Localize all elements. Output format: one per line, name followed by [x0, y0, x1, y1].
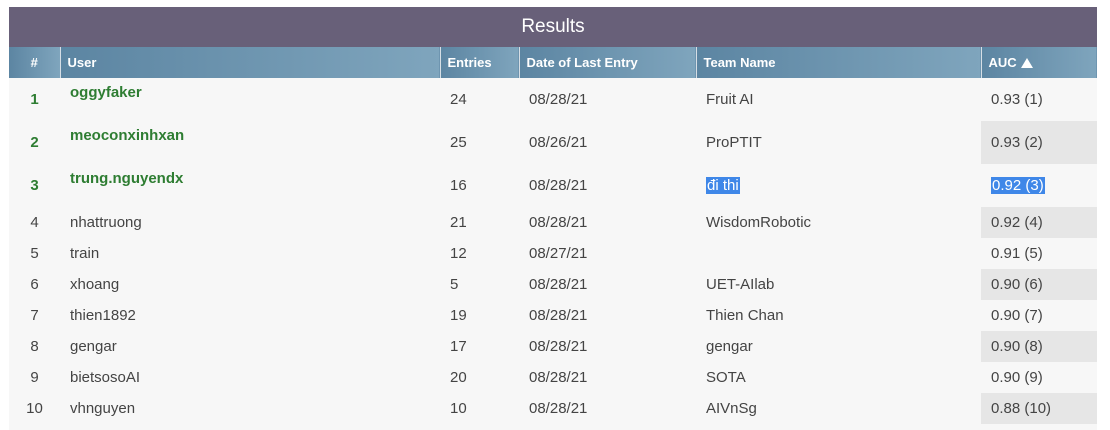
user-link[interactable]: oggyfaker [70, 84, 142, 101]
rank-cell: 8 [30, 338, 39, 355]
table-header-row: # User Entries Date of Last Entry Team N… [9, 47, 1097, 78]
results-title: Results [9, 7, 1097, 47]
column-header-user[interactable]: User [60, 47, 441, 78]
column-header-auc[interactable]: AUC [981, 47, 1097, 78]
user-link[interactable]: train [60, 238, 440, 269]
triangle-up-icon [1020, 58, 1033, 68]
user-link[interactable]: bietsosoAI [60, 362, 440, 393]
rank-cell: 7 [30, 307, 39, 324]
results-panel: Results # User Entries Date of Last Entr… [9, 7, 1097, 430]
rank-cell: 4 [30, 214, 39, 231]
date-cell: 08/28/21 [529, 276, 588, 293]
auc-cell: 0.90 (6) [981, 269, 1097, 300]
table-row: 8 gengar 17 08/28/21 gengar 0.90 (8) [9, 331, 1097, 362]
column-header-rank[interactable]: # [9, 47, 61, 78]
rank-cell: 1 [30, 91, 39, 108]
table-row: 2 meoconxinhxan 25 08/26/21 ProPTIT 0.93… [9, 121, 1097, 164]
date-cell: 08/28/21 [529, 307, 588, 324]
rank-cell: 10 [26, 400, 43, 417]
user-link[interactable]: meoconxinhxan [70, 127, 184, 144]
date-cell: 08/28/21 [529, 400, 588, 417]
table-row: 6 xhoang 5 08/28/21 UET-AIlab 0.90 (6) [9, 269, 1097, 300]
table-row: 3 trung.nguyendx 16 08/28/21 đi thi 0.92… [9, 164, 1097, 207]
column-header-entries[interactable]: Entries [440, 47, 520, 78]
auc-cell: 0.92 (4) [981, 207, 1097, 238]
table-row: 10 vhnguyen 10 08/28/21 AIVnSg 0.88 (10) [9, 393, 1097, 424]
rank-cell: 6 [30, 276, 39, 293]
table-row: 1 oggyfaker 24 08/28/21 Fruit AI 0.93 (1… [9, 78, 1097, 121]
rank-cell: 3 [30, 177, 39, 194]
team-cell: WisdomRobotic [706, 214, 812, 231]
entries-cell: 21 [450, 214, 467, 231]
auc-cell: 0.90 (8) [981, 331, 1097, 362]
date-cell: 08/28/21 [529, 91, 588, 108]
table-row: 7 thien1892 19 08/28/21 Thien Chan 0.90 … [9, 300, 1097, 331]
entries-cell: 5 [450, 276, 459, 293]
user-link[interactable]: trung.nguyendx [70, 170, 183, 187]
rank-cell: 5 [30, 245, 39, 262]
team-cell: SOTA [706, 369, 746, 386]
date-cell: 08/26/21 [529, 134, 588, 151]
user-link[interactable]: nhattruong [60, 207, 440, 238]
column-header-auc-label: AUC [988, 55, 1017, 70]
user-link[interactable]: vhnguyen [60, 393, 440, 424]
date-cell: 08/27/21 [529, 245, 588, 262]
team-cell: gengar [706, 338, 753, 355]
entries-cell: 20 [450, 369, 467, 386]
entries-cell: 24 [450, 91, 467, 108]
team-cell: ProPTIT [706, 134, 762, 151]
auc-cell: 0.88 (10) [981, 393, 1097, 424]
user-link[interactable]: gengar [60, 331, 440, 362]
rank-cell: 2 [30, 134, 39, 151]
user-link[interactable]: thien1892 [60, 300, 440, 331]
leaderboard-table: # User Entries Date of Last Entry Team N… [9, 47, 1097, 424]
table-row: 5 train 12 08/27/21 0.91 (5) [9, 238, 1097, 269]
team-cell: đi thi [706, 177, 740, 194]
column-header-team[interactable]: Team Name [696, 47, 982, 78]
team-cell [696, 238, 981, 269]
auc-cell: 0.91 (5) [991, 245, 1043, 262]
column-header-date[interactable]: Date of Last Entry [519, 47, 697, 78]
entries-cell: 17 [450, 338, 467, 355]
table-row: 4 nhattruong 21 08/28/21 WisdomRobotic 0… [9, 207, 1097, 238]
date-cell: 08/28/21 [529, 177, 588, 194]
entries-cell: 19 [450, 307, 467, 324]
date-cell: 08/28/21 [529, 369, 588, 386]
entries-cell: 16 [450, 177, 467, 194]
entries-cell: 10 [450, 400, 467, 417]
user-link[interactable]: xhoang [60, 269, 440, 300]
team-cell: Fruit AI [706, 91, 754, 108]
auc-cell: 0.90 (7) [991, 307, 1043, 324]
team-cell: UET-AIlab [706, 276, 775, 293]
date-cell: 08/28/21 [529, 338, 588, 355]
auc-cell: 0.90 (9) [991, 369, 1043, 386]
auc-cell: 0.93 (2) [981, 121, 1097, 164]
auc-cell: 0.92 (3) [991, 177, 1045, 194]
entries-cell: 25 [450, 134, 467, 151]
date-cell: 08/28/21 [529, 214, 588, 231]
team-cell: Thien Chan [706, 307, 784, 324]
table-row: 9 bietsosoAI 20 08/28/21 SOTA 0.90 (9) [9, 362, 1097, 393]
team-cell: AIVnSg [706, 400, 757, 417]
auc-cell: 0.93 (1) [991, 91, 1043, 108]
entries-cell: 12 [450, 245, 467, 262]
rank-cell: 9 [30, 369, 39, 386]
